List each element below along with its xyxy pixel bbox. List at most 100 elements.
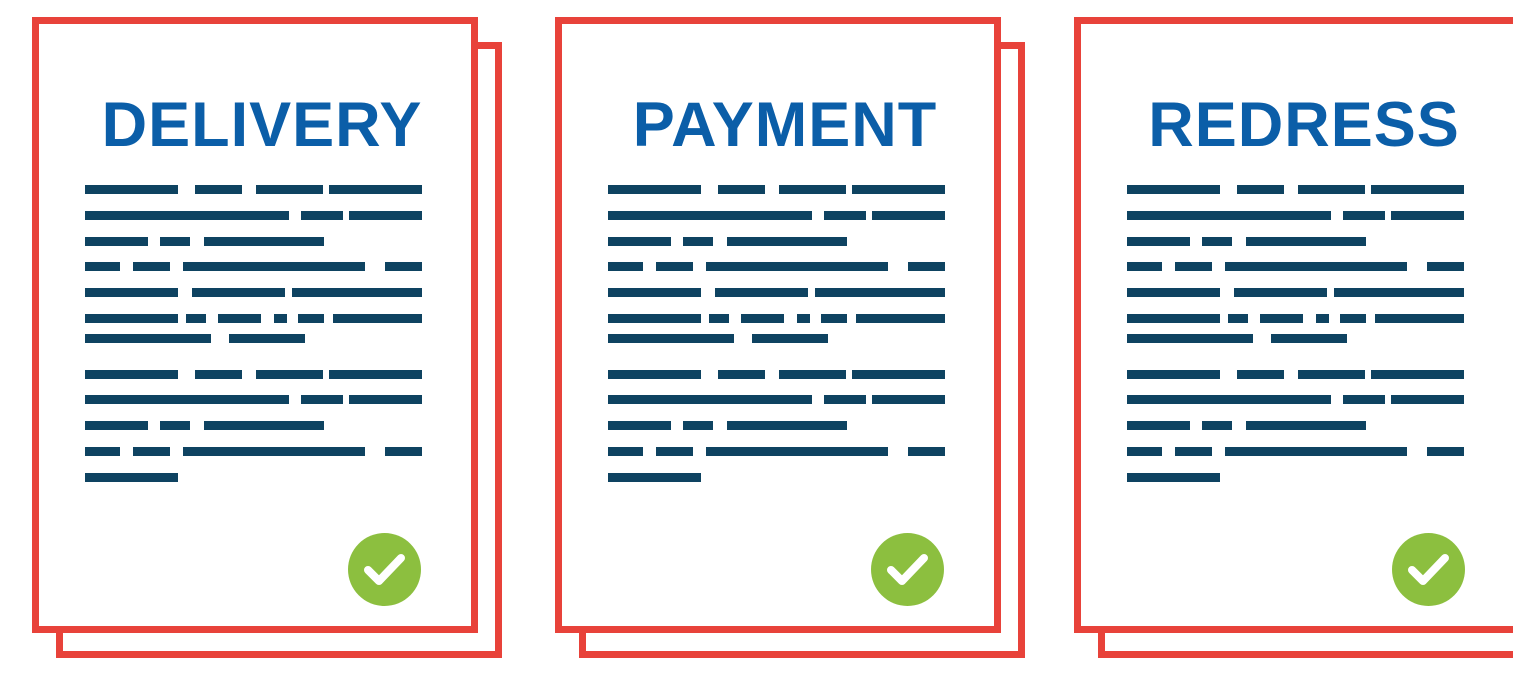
- text-line: [1127, 334, 1253, 343]
- text-line: [85, 262, 120, 271]
- document-delivery: DELIVERY: [32, 0, 502, 673]
- front-sheet: PAYMENT: [555, 17, 1001, 633]
- text-line: [218, 314, 261, 323]
- text-line: [192, 288, 285, 297]
- front-sheet: REDRESS: [1074, 17, 1513, 633]
- text-line: [1271, 334, 1347, 343]
- text-line: [872, 395, 945, 404]
- text-line: [292, 288, 422, 297]
- text-line: [608, 314, 701, 323]
- text-line: [1127, 211, 1331, 220]
- text-line: [1260, 314, 1303, 323]
- text-line: [301, 395, 343, 404]
- text-line: [1202, 237, 1232, 246]
- text-line: [706, 262, 888, 271]
- text-line: [821, 314, 847, 323]
- text-line: [1316, 314, 1329, 323]
- text-line: [1371, 370, 1464, 379]
- text-line: [1427, 262, 1464, 271]
- text-line: [727, 237, 847, 246]
- text-line: [797, 314, 810, 323]
- text-line: [608, 237, 671, 246]
- text-line: [608, 185, 701, 194]
- text-line: [741, 314, 784, 323]
- text-line: [85, 473, 178, 482]
- text-line: [706, 447, 888, 456]
- text-line: [1298, 185, 1365, 194]
- text-line: [204, 237, 324, 246]
- text-line: [1127, 185, 1220, 194]
- text-line: [815, 288, 945, 297]
- text-line: [824, 395, 866, 404]
- text-line: [1234, 288, 1327, 297]
- text-line: [608, 288, 701, 297]
- text-line: [852, 370, 945, 379]
- text-line: [133, 262, 170, 271]
- text-line: [683, 421, 713, 430]
- front-sheet: DELIVERY: [32, 17, 478, 633]
- text-line: [1127, 370, 1220, 379]
- text-line: [718, 370, 765, 379]
- text-line: [301, 211, 343, 220]
- text-line: [1127, 237, 1190, 246]
- document-title: PAYMENT: [632, 90, 938, 160]
- text-line: [608, 334, 734, 343]
- text-line: [85, 185, 178, 194]
- text-line: [333, 314, 422, 323]
- text-line: [852, 185, 945, 194]
- text-line: [204, 421, 324, 430]
- text-line: [256, 370, 323, 379]
- text-line: [1375, 314, 1464, 323]
- text-line: [1237, 370, 1284, 379]
- text-line: [1343, 211, 1385, 220]
- text-line: [908, 262, 945, 271]
- text-line: [85, 447, 120, 456]
- text-line: [1225, 447, 1407, 456]
- text-line: [1246, 237, 1366, 246]
- text-line: [779, 370, 846, 379]
- text-line: [1427, 447, 1464, 456]
- text-line: [133, 447, 170, 456]
- text-line: [329, 185, 422, 194]
- checkmark-icon: [1392, 533, 1465, 606]
- text-line: [183, 262, 365, 271]
- text-line: [85, 370, 178, 379]
- text-line: [186, 314, 206, 323]
- text-line: [329, 370, 422, 379]
- text-line: [752, 334, 828, 343]
- text-line: [715, 288, 808, 297]
- text-line: [1127, 447, 1162, 456]
- text-line: [608, 447, 643, 456]
- text-line: [683, 237, 713, 246]
- text-line: [195, 370, 242, 379]
- text-line: [85, 211, 289, 220]
- text-line: [1237, 185, 1284, 194]
- text-line: [656, 447, 693, 456]
- text-line: [1175, 447, 1212, 456]
- text-line: [1340, 314, 1366, 323]
- text-line: [298, 314, 324, 323]
- text-line: [608, 262, 643, 271]
- text-line: [779, 185, 846, 194]
- text-line: [349, 395, 422, 404]
- text-line: [1225, 262, 1407, 271]
- text-line: [85, 334, 211, 343]
- text-line: [160, 421, 190, 430]
- document-title: DELIVERY: [101, 90, 423, 160]
- text-line: [727, 421, 847, 430]
- text-line: [1391, 395, 1464, 404]
- text-line: [85, 288, 178, 297]
- text-line: [183, 447, 365, 456]
- text-line: [608, 473, 701, 482]
- text-line: [1334, 288, 1464, 297]
- checkmark-icon: [348, 533, 421, 606]
- text-line: [85, 421, 148, 430]
- text-line: [1127, 262, 1162, 271]
- text-line: [856, 314, 945, 323]
- text-line: [1127, 421, 1190, 430]
- text-line: [908, 447, 945, 456]
- document-title: REDRESS: [1148, 90, 1460, 160]
- text-line: [1127, 395, 1331, 404]
- text-line: [1246, 421, 1366, 430]
- text-line: [349, 211, 422, 220]
